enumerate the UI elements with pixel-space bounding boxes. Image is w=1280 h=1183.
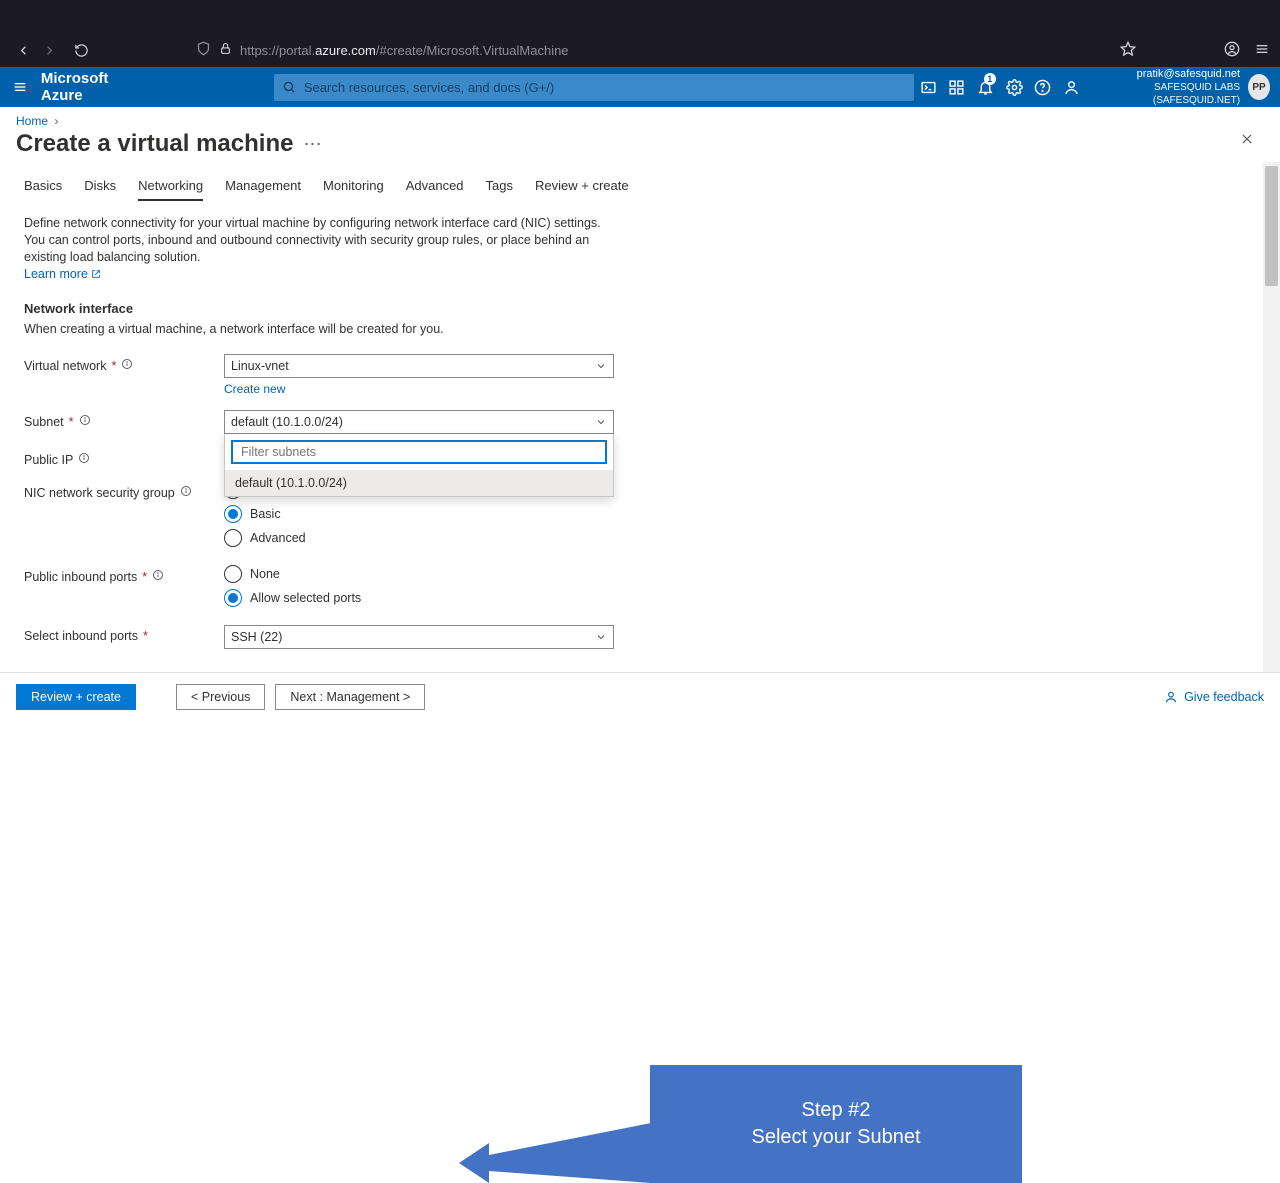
browser-back-button[interactable]: [10, 37, 36, 63]
annotation-callout: Step #2 Select your Subnet: [650, 1065, 1022, 1183]
wizard-footer: Review + create < Previous Next : Manage…: [0, 672, 1280, 720]
required-icon: *: [143, 629, 148, 643]
url-text: https://portal.azure.com/#create/Microso…: [240, 43, 569, 58]
avatar[interactable]: PP: [1248, 74, 1270, 100]
tenant-name: SAFESQUID LABS (SAFESQUID.NET): [1092, 81, 1240, 107]
scrollbar-track[interactable]: [1263, 162, 1280, 672]
inbound-radio-none[interactable]: None: [224, 565, 614, 583]
feedback-person-icon: [1164, 690, 1178, 704]
portal-body: Home › Create a virtual machine ⋯ Basics…: [0, 107, 1280, 720]
chevron-down-icon: [595, 631, 607, 643]
page-title: Create a virtual machine: [16, 130, 293, 158]
learn-more-link[interactable]: Learn more: [24, 267, 101, 281]
subnet-dropdown: default (10.1.0.0/24): [224, 434, 614, 497]
scrollbar-thumb[interactable]: [1265, 166, 1278, 286]
portal-menu-button[interactable]: [0, 79, 41, 95]
tab-advanced[interactable]: Advanced: [406, 178, 464, 201]
tab-monitoring[interactable]: Monitoring: [323, 178, 384, 201]
required-icon: *: [142, 570, 147, 584]
global-search-input[interactable]: [302, 79, 906, 96]
nsg-radio-advanced[interactable]: Advanced: [224, 529, 614, 547]
info-icon[interactable]: [78, 452, 90, 467]
lock-icon: [219, 42, 232, 58]
tab-disks[interactable]: Disks: [84, 178, 116, 201]
annotation-arrow: [459, 1123, 651, 1183]
browser-menu-icon[interactable]: [1254, 41, 1270, 60]
title-more-icon[interactable]: ⋯: [303, 134, 321, 155]
tab-tags[interactable]: Tags: [486, 178, 513, 201]
breadcrumb: Home ›: [0, 107, 1280, 128]
info-icon[interactable]: [121, 358, 133, 373]
notifications-icon[interactable]: 1: [971, 67, 1000, 107]
next-button[interactable]: Next : Management >: [275, 684, 425, 710]
directories-icon[interactable]: [943, 67, 972, 107]
chevron-down-icon: [595, 416, 607, 428]
vnet-value: Linux-vnet: [231, 359, 289, 373]
subnet-filter-input[interactable]: [239, 444, 599, 460]
give-feedback-link[interactable]: Give feedback: [1164, 690, 1264, 704]
section-subtitle: When creating a virtual machine, a netwo…: [24, 322, 1256, 336]
browser-forward-button[interactable]: [36, 37, 62, 63]
radio-icon: [224, 565, 242, 583]
previous-button[interactable]: < Previous: [176, 684, 265, 710]
radio-icon: [224, 505, 242, 523]
external-link-icon: [91, 269, 101, 279]
select-ports-label: Select inbound ports: [24, 629, 138, 643]
radio-icon: [224, 589, 242, 607]
annotation-step-text: Select your Subnet: [752, 1126, 921, 1149]
inbound-radio-allow[interactable]: Allow selected ports: [224, 589, 614, 607]
notification-badge: 1: [984, 73, 996, 85]
publicip-label: Public IP: [24, 453, 73, 467]
browser-url-input[interactable]: https://portal.azure.com/#create/Microso…: [188, 36, 1108, 64]
review-create-button[interactable]: Review + create: [16, 684, 136, 710]
browser-address-bar: https://portal.azure.com/#create/Microso…: [0, 33, 1280, 67]
tab-networking[interactable]: Networking: [138, 178, 203, 201]
global-search[interactable]: [274, 74, 914, 101]
breadcrumb-home[interactable]: Home: [16, 114, 48, 128]
azure-brand[interactable]: Microsoft Azure: [41, 70, 137, 104]
nsg-label: NIC network security group: [24, 486, 175, 500]
tab-basics[interactable]: Basics: [24, 178, 62, 201]
bookmark-star-icon[interactable]: [1120, 41, 1136, 60]
required-icon: *: [111, 359, 116, 373]
breadcrumb-chevron-icon: ›: [54, 114, 58, 128]
content-scroll-area: Basics Disks Networking Management Monit…: [0, 162, 1280, 672]
inbound-label: Public inbound ports: [24, 570, 137, 584]
create-new-vnet-link[interactable]: Create new: [224, 382, 285, 396]
required-icon: *: [69, 415, 74, 429]
vnet-select[interactable]: Linux-vnet: [224, 354, 614, 378]
tab-description: Define network connectivity for your vir…: [24, 215, 604, 266]
azure-header: Microsoft Azure 1 pratik@safesquid.net S…: [0, 67, 1280, 107]
tracking-shield-icon: [196, 41, 211, 59]
browser-tab-strip: [0, 0, 1280, 33]
account-block[interactable]: pratik@safesquid.net SAFESQUID LABS (SAF…: [1092, 68, 1240, 107]
user-email: pratik@safesquid.net: [1092, 68, 1240, 81]
info-icon[interactable]: [79, 414, 91, 429]
select-ports-value: SSH (22): [231, 630, 282, 644]
nsg-radio-basic[interactable]: Basic: [224, 505, 614, 523]
subnet-label: Subnet: [24, 415, 64, 429]
settings-icon[interactable]: [1000, 67, 1029, 107]
info-icon[interactable]: [180, 485, 192, 500]
feedback-icon[interactable]: [1057, 67, 1086, 107]
subnet-select[interactable]: default (10.1.0.0/24): [224, 410, 614, 434]
info-icon[interactable]: [152, 569, 164, 584]
annotation-step-title: Step #2: [802, 1099, 871, 1122]
section-title: Network interface: [24, 301, 1256, 316]
help-icon[interactable]: [1028, 67, 1057, 107]
vnet-label: Virtual network: [24, 359, 106, 373]
radio-icon: [224, 529, 242, 547]
subnet-option-default[interactable]: default (10.1.0.0/24): [225, 470, 613, 496]
subnet-value: default (10.1.0.0/24): [231, 415, 343, 429]
close-blade-button[interactable]: [1240, 132, 1254, 149]
search-icon: [282, 80, 296, 94]
browser-reload-button[interactable]: [68, 37, 94, 63]
cloud-shell-icon[interactable]: [914, 67, 943, 107]
wizard-tabs: Basics Disks Networking Management Monit…: [24, 178, 1256, 201]
tab-review[interactable]: Review + create: [535, 178, 629, 201]
tab-management[interactable]: Management: [225, 178, 301, 201]
account-icon[interactable]: [1224, 41, 1240, 60]
chevron-down-icon: [595, 360, 607, 372]
select-ports-select[interactable]: SSH (22): [224, 625, 614, 649]
